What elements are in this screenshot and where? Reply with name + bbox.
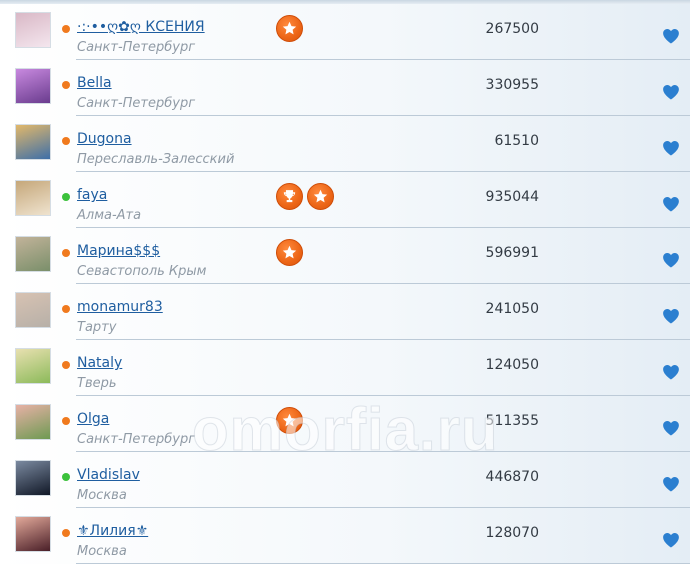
avatar[interactable] (15, 236, 51, 272)
avatar-image (16, 349, 50, 383)
offline-status-icon (62, 25, 70, 33)
table-row: monamur83 Тарту 241050 (0, 284, 690, 340)
offline-status-icon (62, 529, 70, 537)
offline-status-icon (62, 361, 70, 369)
avatar[interactable] (15, 124, 51, 160)
achievement-badges (276, 183, 334, 210)
table-row: Olga Санкт-Петербург 511355 (0, 396, 690, 452)
avatar-image (16, 517, 50, 551)
user-name-link[interactable]: Vladislav (77, 467, 140, 483)
user-score: 267500 (485, 21, 539, 37)
avatar[interactable] (15, 180, 51, 216)
user-city: Севастополь Крым (77, 264, 207, 279)
table-row: ·:·••ღ✿ღ КСЕНИЯ Санкт-Петербург 267500 (0, 4, 690, 60)
user-name-link[interactable]: ⚜Лилия⚜ (77, 523, 148, 539)
heart-icon[interactable] (662, 532, 680, 548)
user-score: 511355 (485, 413, 539, 429)
user-score: 446870 (485, 469, 539, 485)
user-name-link[interactable]: Nataly (77, 355, 122, 371)
avatar[interactable] (15, 404, 51, 440)
heart-icon[interactable] (662, 420, 680, 436)
avatar-image (16, 69, 50, 103)
star-badge-icon (307, 183, 334, 210)
table-row: Nataly Тверь 124050 (0, 340, 690, 396)
star-badge-icon (276, 407, 303, 434)
user-score: 124050 (485, 357, 539, 373)
user-score: 128070 (485, 525, 539, 541)
user-city: Санкт-Петербург (77, 40, 196, 55)
heart-icon[interactable] (662, 84, 680, 100)
heart-icon[interactable] (662, 140, 680, 156)
offline-status-icon (62, 137, 70, 145)
avatar[interactable] (15, 292, 51, 328)
table-row: ⚜Лилия⚜ Москва 128070 (0, 508, 690, 564)
trophy-badge-icon (276, 183, 303, 210)
avatar[interactable] (15, 12, 51, 48)
table-row: Марина$$$ Севастополь Крым 596991 (0, 228, 690, 284)
user-name-link[interactable]: Olga (77, 411, 109, 427)
avatar-image (16, 405, 50, 439)
table-row: Bella Санкт-Петербург 330955 (0, 60, 690, 116)
avatar-image (16, 293, 50, 327)
heart-icon[interactable] (662, 364, 680, 380)
heart-icon[interactable] (662, 28, 680, 44)
heart-icon[interactable] (662, 476, 680, 492)
online-status-icon (62, 473, 70, 481)
avatar[interactable] (15, 348, 51, 384)
star-badge-icon (276, 239, 303, 266)
online-status-icon (62, 193, 70, 201)
user-city: Санкт-Петербург (77, 432, 196, 447)
user-name-link[interactable]: Bella (77, 75, 112, 91)
avatar-image (16, 461, 50, 495)
user-score: 61510 (494, 133, 539, 149)
user-name-link[interactable]: Марина$$$ (77, 243, 160, 259)
user-city: Москва (77, 488, 127, 503)
user-city: Переславль-Залесский (77, 152, 235, 167)
user-city: Тарту (77, 320, 117, 335)
heart-icon[interactable] (662, 308, 680, 324)
user-score: 241050 (485, 301, 539, 317)
user-list: ·:·••ღ✿ღ КСЕНИЯ Санкт-Петербург 267500 B… (0, 4, 690, 564)
heart-icon[interactable] (662, 252, 680, 268)
user-score: 596991 (485, 245, 539, 261)
user-name-link[interactable]: monamur83 (77, 299, 163, 315)
avatar-image (16, 13, 50, 47)
star-badge-icon (276, 15, 303, 42)
table-row: faya Алма-Ата 935044 (0, 172, 690, 228)
user-city: Алма-Ата (77, 208, 142, 223)
avatar-image (16, 237, 50, 271)
user-score: 330955 (485, 77, 539, 93)
user-name-link[interactable]: faya (77, 187, 107, 203)
avatar-image (16, 181, 50, 215)
achievement-badges (276, 239, 303, 266)
avatar[interactable] (15, 516, 51, 552)
heart-icon[interactable] (662, 196, 680, 212)
user-name-link[interactable]: ·:·••ღ✿ღ КСЕНИЯ (77, 19, 205, 35)
user-city: Тверь (77, 376, 117, 391)
offline-status-icon (62, 417, 70, 425)
user-city: Москва (77, 544, 127, 559)
user-name-link[interactable]: Dugona (77, 131, 132, 147)
user-score: 935044 (485, 189, 539, 205)
achievement-badges (276, 15, 303, 42)
user-city: Санкт-Петербург (77, 96, 196, 111)
table-row: Dugona Переславль-Залесский 61510 (0, 116, 690, 172)
achievement-badges (276, 407, 303, 434)
avatar[interactable] (15, 460, 51, 496)
offline-status-icon (62, 81, 70, 89)
offline-status-icon (62, 249, 70, 257)
avatar[interactable] (15, 68, 51, 104)
table-row: Vladislav Москва 446870 (0, 452, 690, 508)
offline-status-icon (62, 305, 70, 313)
avatar-image (16, 125, 50, 159)
